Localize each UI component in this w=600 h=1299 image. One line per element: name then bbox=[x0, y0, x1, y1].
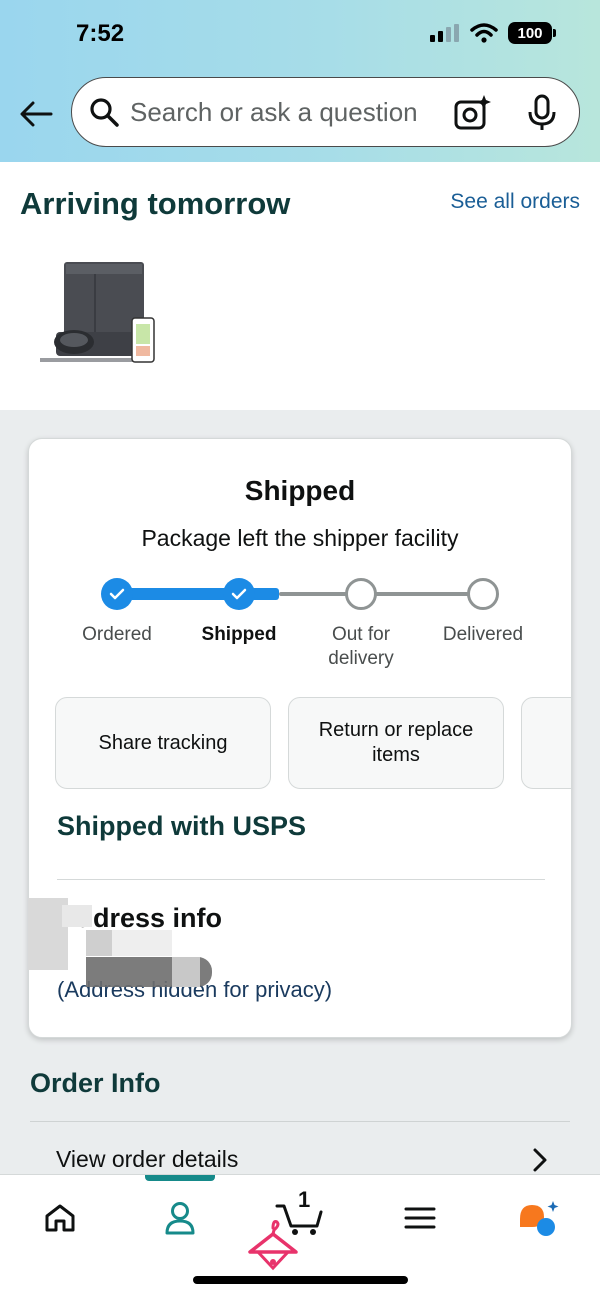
redaction-block bbox=[62, 905, 92, 927]
more-action-button[interactable] bbox=[521, 697, 571, 789]
cart-count-badge: 1 bbox=[298, 1187, 311, 1212]
microphone-icon[interactable] bbox=[527, 94, 557, 132]
search-icon bbox=[88, 96, 120, 128]
chevron-right-icon[interactable] bbox=[530, 1146, 550, 1174]
carrier-info: Shipped with USPS bbox=[57, 811, 307, 841]
redaction-block bbox=[112, 930, 172, 956]
status-icons: 100 bbox=[430, 22, 556, 44]
divider bbox=[57, 879, 545, 880]
battery-level: 100 bbox=[517, 24, 543, 42]
wifi-icon bbox=[470, 23, 498, 43]
check-icon bbox=[109, 588, 125, 600]
search-bar[interactable] bbox=[71, 77, 580, 147]
step-ordered-dot bbox=[101, 578, 133, 610]
nav-account[interactable] bbox=[150, 1193, 210, 1243]
step-label-out-for-delivery: Out for delivery bbox=[328, 624, 394, 669]
person-icon bbox=[165, 1202, 195, 1235]
product-image[interactable] bbox=[34, 254, 158, 374]
progress-tracker: Ordered Shipped Out for delivery Deliver… bbox=[29, 575, 571, 675]
home-icon bbox=[45, 1204, 75, 1232]
hamburger-menu-icon bbox=[404, 1207, 436, 1229]
battery-icon: 100 bbox=[508, 22, 556, 44]
step-delivered-dot bbox=[467, 578, 499, 610]
arriving-title: Arriving tomorrow bbox=[20, 186, 291, 221]
redaction-block bbox=[172, 957, 200, 987]
assistant-icon bbox=[520, 1201, 559, 1236]
shipment-status-title: Shipped bbox=[244, 475, 356, 506]
see-all-orders-link[interactable]: See all orders bbox=[450, 190, 580, 214]
step-shipped-dot bbox=[223, 578, 255, 610]
active-tab-indicator bbox=[145, 1175, 215, 1181]
header: 7:52 100 bbox=[0, 0, 600, 162]
search-input[interactable] bbox=[130, 96, 440, 128]
step-label-delivered: Delivered bbox=[442, 624, 524, 645]
cellular-signal-icon bbox=[430, 24, 459, 42]
home-indicator bbox=[193, 1276, 408, 1284]
nav-menu[interactable] bbox=[390, 1193, 450, 1243]
check-icon bbox=[231, 588, 247, 600]
step-label-ordered: Ordered bbox=[82, 624, 152, 645]
hanger-icon bbox=[248, 1220, 298, 1271]
order-info-title: Order Info bbox=[30, 1068, 161, 1098]
status-time: 7:52 bbox=[76, 20, 125, 47]
nav-rufus[interactable] bbox=[508, 1193, 568, 1243]
step-label-shipped: Shipped bbox=[201, 624, 277, 645]
progress-bar-remaining bbox=[279, 592, 483, 596]
redaction-block bbox=[86, 930, 112, 956]
action-buttons: Share tracking Return or replace items bbox=[55, 697, 571, 789]
back-button[interactable] bbox=[16, 96, 56, 132]
shipment-status-subtitle: Package left the shipper facility bbox=[141, 525, 459, 551]
view-order-details-link[interactable]: View order details bbox=[56, 1146, 238, 1173]
share-tracking-button[interactable]: Share tracking bbox=[55, 697, 271, 789]
step-out-for-delivery-dot bbox=[345, 578, 377, 610]
return-replace-button[interactable]: Return or replace items bbox=[288, 697, 504, 789]
camera-lens-icon[interactable] bbox=[453, 94, 491, 132]
arriving-section: Arriving tomorrow See all orders bbox=[0, 162, 600, 410]
nav-home[interactable] bbox=[30, 1193, 90, 1243]
arrow-left-icon bbox=[20, 101, 53, 127]
divider bbox=[30, 1121, 570, 1122]
